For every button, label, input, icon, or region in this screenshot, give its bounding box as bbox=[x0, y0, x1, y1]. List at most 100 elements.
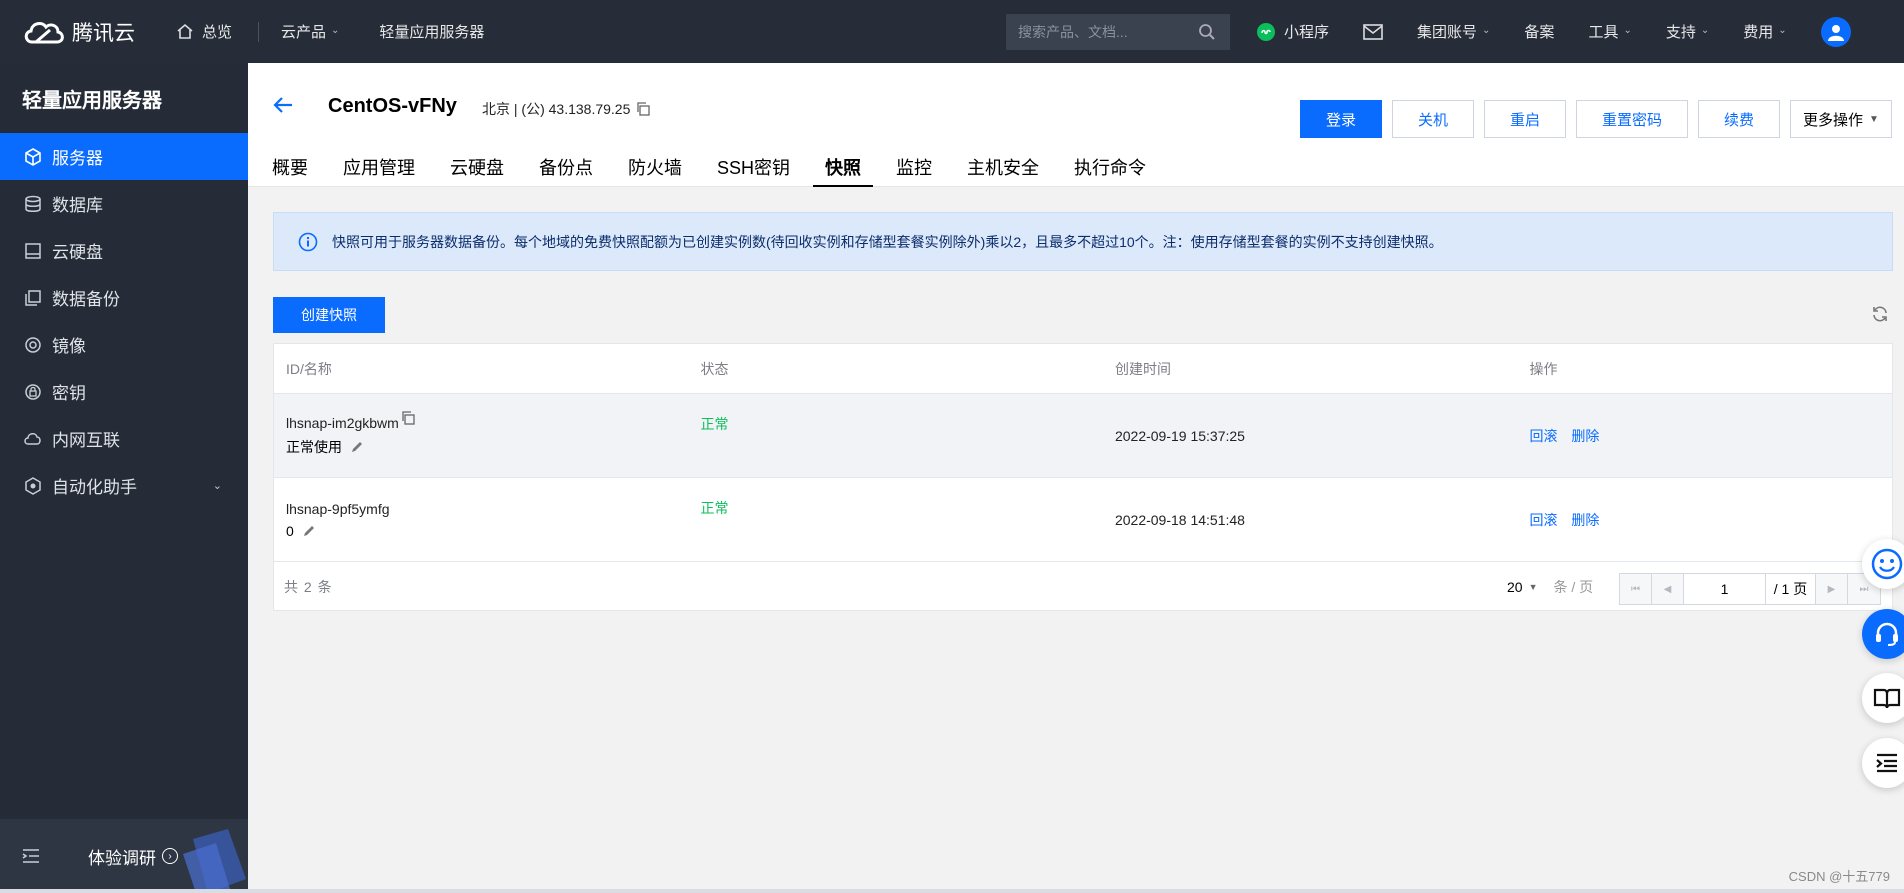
copy-icon[interactable] bbox=[636, 102, 651, 116]
key-icon bbox=[24, 383, 42, 401]
sidebar-item-database[interactable]: 数据库 bbox=[0, 180, 248, 227]
snapshot-id-cell: lhsnap-9pf5ymfg 0 bbox=[274, 501, 688, 539]
decorative-illustration bbox=[178, 819, 248, 893]
column-header-actions: 操作 bbox=[1529, 360, 1558, 377]
row-actions: 回滚 删除 bbox=[1517, 426, 1892, 446]
more-actions-button[interactable]: 更多操作 ▼ bbox=[1790, 100, 1892, 138]
nav-filing[interactable]: 备案 bbox=[1524, 21, 1554, 42]
status-badge: 正常 bbox=[700, 416, 729, 432]
nav-tools[interactable]: 工具 ⌄ bbox=[1588, 21, 1631, 42]
smiley-icon bbox=[1871, 548, 1903, 580]
login-button[interactable]: 登录 bbox=[1300, 100, 1382, 138]
page-size-unit: 条 / 页 bbox=[1553, 579, 1594, 595]
instance-header: CentOS-vFNy 北京 | (公) 43.138.79.25 登录 关机 … bbox=[248, 63, 1904, 187]
avatar[interactable] bbox=[1820, 16, 1851, 47]
smiley-feedback-button[interactable] bbox=[1862, 539, 1904, 589]
tab-ssh-keys[interactable]: SSH密钥 bbox=[705, 146, 802, 187]
nav-miniprogram-label: 小程序 bbox=[1284, 24, 1330, 41]
tab-backup-points[interactable]: 备份点 bbox=[527, 146, 605, 187]
delete-link[interactable]: 删除 bbox=[1571, 428, 1599, 444]
docs-button[interactable] bbox=[1862, 673, 1904, 723]
sidebar-title: 轻量应用服务器 bbox=[22, 89, 162, 112]
nav-messages[interactable] bbox=[1363, 23, 1383, 40]
tab-firewall[interactable]: 防火墙 bbox=[616, 146, 694, 187]
nav-divider bbox=[258, 21, 260, 42]
snapshot-id-cell: lhsnap-im2gkbwm 正常使用 bbox=[274, 410, 688, 457]
status-badge: 正常 bbox=[700, 500, 729, 516]
table-footer: 共 2 条 20 ▼ 条 / 页 ⏮ ◀ / 1 页 ▶ ⏭ bbox=[274, 562, 1892, 612]
sidebar-item-label: 密钥 bbox=[52, 384, 86, 403]
instance-tabs: 概要 应用管理 云硬盘 备份点 防火墙 SSH密钥 快照 监控 主机安全 执行命… bbox=[248, 146, 1169, 187]
nav-cloud-products-label: 云产品 bbox=[281, 24, 327, 41]
renew-button[interactable]: 续费 bbox=[1698, 100, 1780, 138]
search-input[interactable] bbox=[1018, 24, 1198, 40]
mail-icon bbox=[1363, 23, 1383, 40]
disk-icon bbox=[24, 242, 42, 260]
chevron-right-icon: › bbox=[162, 848, 178, 864]
database-icon bbox=[24, 195, 42, 213]
tab-app-management[interactable]: 应用管理 bbox=[331, 146, 427, 187]
tab-cloud-disk[interactable]: 云硬盘 bbox=[438, 146, 516, 187]
total-pages: / 1 页 bbox=[1766, 574, 1816, 604]
nav-miniprogram[interactable]: 小程序 bbox=[1256, 21, 1329, 42]
watermark: CSDN @十五779 bbox=[1788, 869, 1890, 884]
sidebar-item-automation[interactable]: 自动化助手 ⌄ bbox=[0, 462, 248, 509]
nav-billing[interactable]: 费用 ⌄ bbox=[1743, 21, 1786, 42]
restart-button[interactable]: 重启 bbox=[1484, 100, 1566, 138]
nav-overview[interactable]: 总览 bbox=[176, 21, 232, 42]
shutdown-button[interactable]: 关机 bbox=[1392, 100, 1474, 138]
next-page-icon[interactable]: ▶ bbox=[1816, 574, 1848, 604]
sidebar-item-label: 服务器 bbox=[52, 149, 103, 168]
tab-monitoring[interactable]: 监控 bbox=[884, 146, 944, 187]
instance-location: 北京 | (公) 43.138.79.25 bbox=[482, 99, 651, 119]
nav-group-account-label: 集团账号 bbox=[1417, 24, 1478, 41]
sidebar-item-servers[interactable]: 服务器 bbox=[0, 133, 248, 180]
tab-overview[interactable]: 概要 bbox=[260, 146, 320, 187]
back-arrow-icon[interactable] bbox=[272, 96, 294, 114]
brand-name: 腾讯云 bbox=[72, 21, 135, 45]
more-actions-label: 更多操作 bbox=[1803, 111, 1864, 129]
rollback-link[interactable]: 回滚 bbox=[1529, 428, 1557, 444]
nav-billing-label: 费用 bbox=[1743, 24, 1774, 41]
column-header-status: 状态 bbox=[700, 360, 729, 377]
tab-run-command[interactable]: 执行命令 bbox=[1062, 146, 1158, 187]
backup-icon bbox=[24, 289, 42, 307]
nav-cloud-products[interactable]: 云产品 ⌄ bbox=[281, 21, 339, 42]
edit-pencil-icon[interactable] bbox=[350, 440, 364, 454]
edit-pencil-icon[interactable] bbox=[302, 524, 316, 538]
nav-support[interactable]: 支持 ⌄ bbox=[1666, 21, 1709, 42]
first-page-icon[interactable]: ⏮ bbox=[1620, 574, 1652, 604]
created-time: 2022-09-19 15:37:25 bbox=[1114, 427, 1245, 444]
sidebar-item-keys[interactable]: 密钥 bbox=[0, 368, 248, 415]
rollback-link[interactable]: 回滚 bbox=[1529, 512, 1557, 528]
sidebar-item-intranet[interactable]: 内网互联 bbox=[0, 415, 248, 462]
refresh-icon[interactable] bbox=[1871, 305, 1889, 323]
sidebar-item-label: 镜像 bbox=[52, 337, 86, 356]
network-icon bbox=[24, 430, 42, 448]
nav-filing-label: 备案 bbox=[1524, 24, 1555, 41]
page-number-input[interactable] bbox=[1684, 574, 1766, 604]
brand-logo[interactable]: 腾讯云 bbox=[0, 17, 158, 47]
sidebar-item-data-backup[interactable]: 数据备份 bbox=[0, 274, 248, 321]
nav-lighthouse[interactable]: 轻量应用服务器 bbox=[379, 21, 484, 42]
automation-icon bbox=[24, 476, 42, 495]
page-size-select[interactable]: 20 ▼ 条 / 页 bbox=[1507, 577, 1593, 597]
snapshot-id: lhsnap-9pf5ymfg bbox=[286, 501, 688, 517]
horizontal-scrollbar[interactable] bbox=[0, 889, 1904, 893]
tab-snapshots[interactable]: 快照 bbox=[813, 146, 874, 187]
reset-password-button[interactable]: 重置密码 bbox=[1576, 100, 1688, 138]
delete-link[interactable]: 删除 bbox=[1571, 512, 1599, 528]
search-icon[interactable] bbox=[1198, 23, 1216, 41]
nav-group-account[interactable]: 集团账号 ⌄ bbox=[1417, 21, 1490, 42]
sidebar-item-cloud-disk[interactable]: 云硬盘 bbox=[0, 227, 248, 274]
outline-menu-button[interactable] bbox=[1862, 738, 1904, 788]
prev-page-icon[interactable]: ◀ bbox=[1652, 574, 1684, 604]
snapshot-table: ID/名称 状态 创建时间 操作 lhsnap-im2gkbwm 正常使用 正常… bbox=[273, 343, 1893, 611]
sidebar-item-image[interactable]: 镜像 bbox=[0, 321, 248, 368]
create-snapshot-button[interactable]: 创建快照 bbox=[273, 297, 385, 333]
survey-link[interactable]: 体验调研 › bbox=[88, 844, 178, 869]
customer-service-button[interactable] bbox=[1862, 609, 1904, 659]
copy-icon[interactable] bbox=[401, 410, 415, 425]
tab-host-security[interactable]: 主机安全 bbox=[955, 146, 1051, 187]
collapse-sidebar-icon[interactable] bbox=[22, 849, 40, 863]
